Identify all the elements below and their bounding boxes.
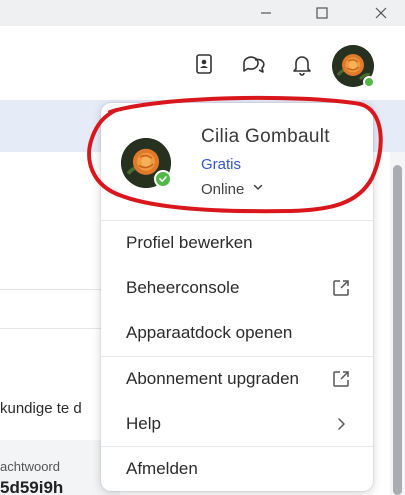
menu-item-label: Beheerconsole (126, 278, 240, 297)
app-header (0, 26, 405, 100)
menu-item-label: Help (126, 414, 161, 433)
background-divider (0, 289, 101, 290)
menu-item-label: Apparaatdock openen (126, 323, 293, 342)
maximize-icon[interactable] (309, 3, 335, 23)
menu-item-device-dock[interactable]: Apparaatdock openen (101, 311, 373, 355)
menu-item-label: Profiel bewerken (126, 233, 253, 252)
background-divider (0, 328, 101, 329)
minimize-icon[interactable] (253, 3, 279, 23)
menu-item-help[interactable]: Help (101, 402, 373, 446)
status-selector[interactable]: Online (201, 179, 264, 199)
profile-dropdown: Cilia Gombault Gratis Online Profiel bew… (101, 103, 373, 491)
close-icon[interactable] (368, 3, 394, 23)
menu-item-admin-console[interactable]: Beheerconsole (101, 266, 373, 310)
external-link-icon (331, 278, 351, 298)
profile-avatar (121, 138, 172, 188)
menu-item-label: Abonnement upgraden (126, 369, 299, 388)
contacts-icon[interactable] (191, 51, 217, 77)
avatar[interactable] (332, 45, 375, 88)
status-label: Online (201, 180, 245, 198)
menu-item-profile-edit[interactable]: Profiel bewerken (101, 221, 373, 265)
chevron-down-icon (252, 180, 264, 198)
background-text: kundige te d (0, 400, 82, 417)
chevron-right-icon (331, 414, 351, 434)
background-field-label: achtwoord (0, 459, 60, 474)
online-status-dot (363, 76, 375, 88)
background-field-value: 5d59i9h (0, 478, 64, 495)
profile-plan[interactable]: Gratis (201, 156, 241, 173)
bell-icon[interactable] (289, 51, 315, 77)
window-titlebar (0, 0, 405, 26)
profile-name: Cilia Gombault (201, 126, 330, 147)
online-check-icon (154, 170, 172, 188)
menu-item-label: Afmelden (126, 459, 198, 478)
scrollbar-thumb[interactable] (393, 165, 402, 495)
external-link-icon (331, 369, 351, 389)
menu-item-upgrade[interactable]: Abonnement upgraden (101, 357, 373, 401)
chat-icon[interactable] (240, 51, 266, 77)
menu-item-sign-out[interactable]: Afmelden (101, 447, 373, 491)
